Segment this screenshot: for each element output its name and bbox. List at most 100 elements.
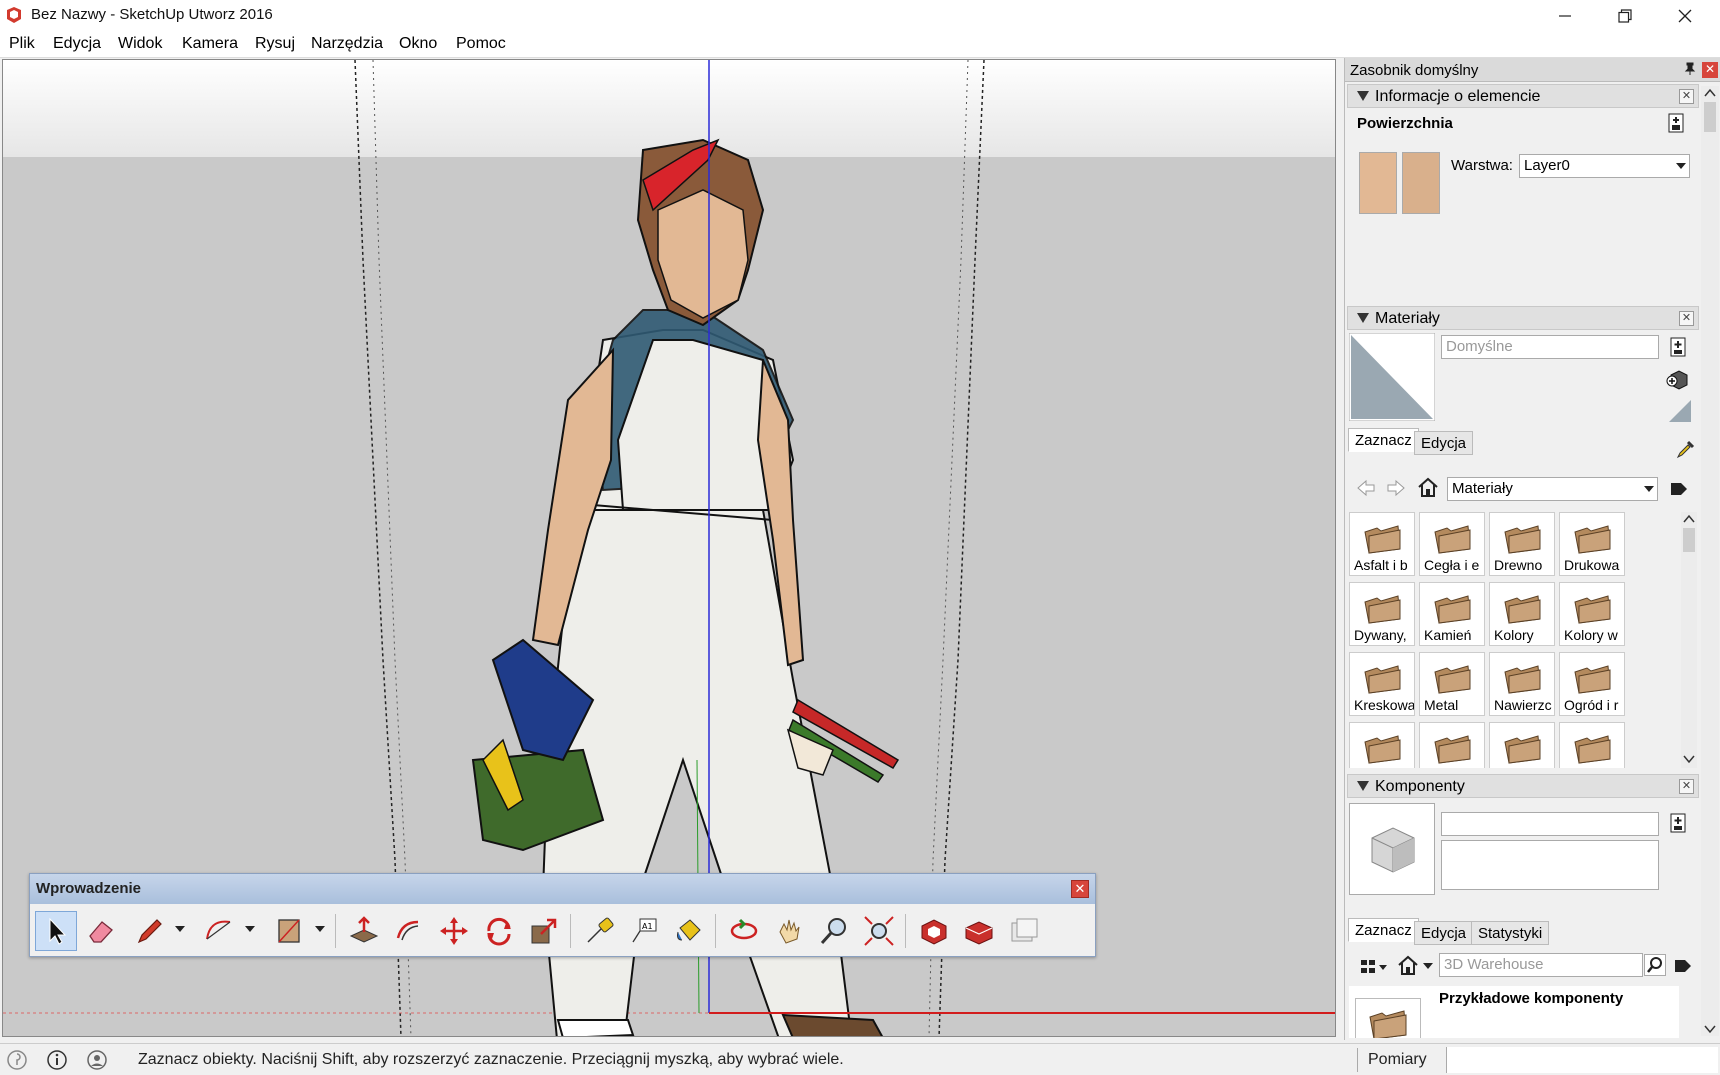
credits-info-icon[interactable] [46,1049,68,1071]
material-folder-item[interactable]: Kolory w [1559,582,1625,646]
eyedropper-icon[interactable] [1675,438,1695,460]
material-library-select[interactable]: Materiały [1447,477,1658,501]
forward-arrow-icon[interactable] [1385,478,1407,498]
material-folder-item[interactable]: Kolory [1489,582,1555,646]
material-folder-item[interactable]: Drewno [1489,512,1555,576]
menu-kamera[interactable]: Kamera [182,35,238,53]
menu-edycja[interactable]: Edycja [53,35,101,53]
restore-button[interactable] [1596,0,1654,31]
paint-bucket-tool-button[interactable] [668,911,710,951]
scroll-thumb[interactable] [1704,102,1716,132]
component-preview[interactable] [1349,803,1435,895]
back-face-swatch[interactable] [1402,152,1440,214]
material-folder-item[interactable]: Metal [1419,652,1485,716]
scale-tool-button[interactable] [523,911,565,951]
arc-tool-button[interactable] [198,911,240,951]
menu-widok[interactable]: Widok [118,35,162,53]
line-tool-button[interactable] [129,911,171,951]
layer-select[interactable]: Layer0 [1519,154,1690,178]
chevron-down-icon[interactable] [243,922,257,936]
collection-title[interactable]: Przykładowe komponenty [1439,990,1623,1007]
material-folder-item[interactable]: Dywany, [1349,582,1415,646]
materials-tab-select[interactable]: Zaznacz [1348,428,1419,452]
front-face-swatch[interactable] [1359,152,1397,214]
back-arrow-icon[interactable] [1355,478,1377,498]
expand-details-icon[interactable] [1667,113,1685,133]
push-pull-tool-button[interactable] [343,911,385,951]
tray-close-button[interactable]: ✕ [1702,62,1718,78]
pin-icon[interactable] [1683,62,1697,76]
material-name-field[interactable]: Domyślne [1441,335,1659,359]
default-material-icon[interactable] [1667,398,1693,424]
material-folder-item[interactable]: Pokrycia [1349,722,1415,768]
component-name-field[interactable] [1441,812,1659,836]
3d-warehouse-button[interactable] [913,911,955,951]
menu-pomoc[interactable]: Pomoc [456,35,506,53]
chevron-down-icon[interactable] [173,922,187,936]
toolbar-title-bar[interactable]: Wprowadzenie ✕ [30,874,1095,904]
create-material-cube-icon[interactable] [1665,367,1691,393]
rectangle-tool-button[interactable] [268,911,310,951]
material-folder-item[interactable]: Woda [1559,722,1625,768]
material-folder-item[interactable]: Cegła i e [1419,512,1485,576]
rotate-tool-button[interactable] [478,911,520,951]
close-button[interactable] [1656,0,1714,31]
material-folder-item[interactable]: Nawierzc [1489,652,1555,716]
measurements-input[interactable] [1446,1047,1718,1073]
components-tab-statistics[interactable]: Statystyki [1471,921,1550,945]
panel-close-button[interactable]: ✕ [1679,311,1694,326]
select-tool-button[interactable] [35,911,77,951]
component-description-field[interactable] [1441,840,1659,890]
details-arrow-icon[interactable] [1671,954,1695,978]
material-preview[interactable] [1349,333,1435,421]
toolbar-close-button[interactable]: ✕ [1071,880,1089,898]
text-tool-button[interactable]: A1 [623,911,665,951]
create-material-icon[interactable] [1669,336,1687,358]
menu-plik[interactable]: Plik [9,35,35,53]
tray-scrollbar[interactable] [1701,86,1719,1036]
menu-narzedzia[interactable]: Narzędzia [311,35,383,53]
material-folder-item[interactable]: Kamień [1419,582,1485,646]
materials-scrollbar[interactable] [1681,512,1697,768]
view-options-icon[interactable] [1359,956,1389,978]
panel-close-button[interactable]: ✕ [1679,89,1694,104]
details-arrow-icon[interactable] [1667,477,1691,501]
geolocation-icon[interactable] [6,1049,28,1071]
material-folder-item[interactable]: Asfalt i b [1349,512,1415,576]
components-panel-header[interactable]: Komponenty ✕ [1347,774,1699,798]
components-search-input[interactable]: 3D Warehouse [1439,953,1643,977]
components-tab-select[interactable]: Zaznacz [1348,918,1419,942]
material-folder-item[interactable]: Szkło i lu [1489,722,1555,768]
home-icon[interactable] [1397,954,1419,976]
scroll-thumb[interactable] [1683,528,1695,552]
material-folder-item[interactable]: Kreskowa [1349,652,1415,716]
material-folder-item[interactable]: Drukowa [1559,512,1625,576]
zoom-tool-button[interactable] [813,911,855,951]
user-account-icon[interactable] [86,1049,108,1071]
search-icon[interactable] [1644,954,1666,976]
extension-warehouse-button[interactable] [958,911,1000,951]
material-folder-item[interactable]: Ogród i r [1559,652,1625,716]
menu-okno[interactable]: Okno [399,35,437,53]
send-to-layout-button[interactable] [1003,911,1045,951]
materials-panel-header[interactable]: Materiały ✕ [1347,306,1699,330]
panel-close-button[interactable]: ✕ [1679,779,1694,794]
pan-tool-button[interactable] [768,911,810,951]
move-tool-button[interactable] [433,911,475,951]
chevron-down-icon[interactable] [313,922,327,936]
expand-details-icon[interactable] [1669,812,1687,834]
orbit-tool-button[interactable] [723,911,765,951]
home-icon[interactable] [1417,476,1439,498]
tape-measure-tool-button[interactable] [578,911,620,951]
materials-tab-edit[interactable]: Edycja [1414,431,1474,455]
chevron-down-icon[interactable] [1421,960,1435,972]
minimize-button[interactable] [1536,0,1594,31]
entity-info-panel-header[interactable]: Informacje o elemencie ✕ [1347,84,1699,108]
components-tab-edit[interactable]: Edycja [1414,921,1474,945]
material-folder-item[interactable]: Płytki [1419,722,1485,768]
offset-tool-button[interactable] [388,911,430,951]
eraser-tool-button[interactable] [80,911,122,951]
collection-folder-thumb[interactable] [1355,998,1421,1038]
zoom-extents-tool-button[interactable] [858,911,900,951]
menu-rysuj[interactable]: Rysuj [255,35,295,53]
